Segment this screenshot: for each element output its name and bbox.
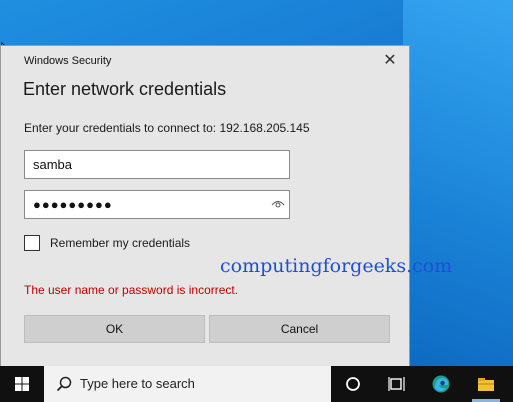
password-field[interactable]: ●●●●●●●●● [24,190,290,219]
connect-prompt: Enter your credentials to connect to: 19… [24,121,310,135]
username-value: samba [33,157,73,172]
taskbar: Type here to search [0,366,513,402]
edge-icon[interactable] [431,374,451,394]
watermark-text: computingforgeeks.com [220,255,453,277]
windows-security-dialog: Windows Security ✕ Enter network credent… [0,45,410,367]
error-message: The user name or password is incorrect. [24,283,239,297]
username-field[interactable]: samba [24,150,290,179]
taskbar-search-box[interactable]: Type here to search [44,366,331,402]
desktop-background [403,0,513,366]
search-icon [56,376,72,392]
task-view-icon[interactable] [387,374,407,394]
search-placeholder: Type here to search [80,376,195,391]
windows-logo-icon [15,377,29,391]
remember-checkbox[interactable] [24,235,40,251]
remember-label[interactable]: Remember my credentials [50,236,190,250]
cancel-button[interactable]: Cancel [209,315,390,343]
dialog-title: Enter network credentials [23,79,227,99]
password-value: ●●●●●●●●● [33,197,113,212]
close-icon: ✕ [383,52,397,69]
close-button[interactable]: ✕ [379,52,401,70]
file-explorer-icon[interactable] [476,374,496,394]
start-button[interactable] [0,366,44,402]
cortana-icon[interactable] [343,374,363,394]
dialog-header: Windows Security [24,55,112,67]
ok-button[interactable]: OK [24,315,205,343]
eye-icon[interactable] [271,197,285,211]
